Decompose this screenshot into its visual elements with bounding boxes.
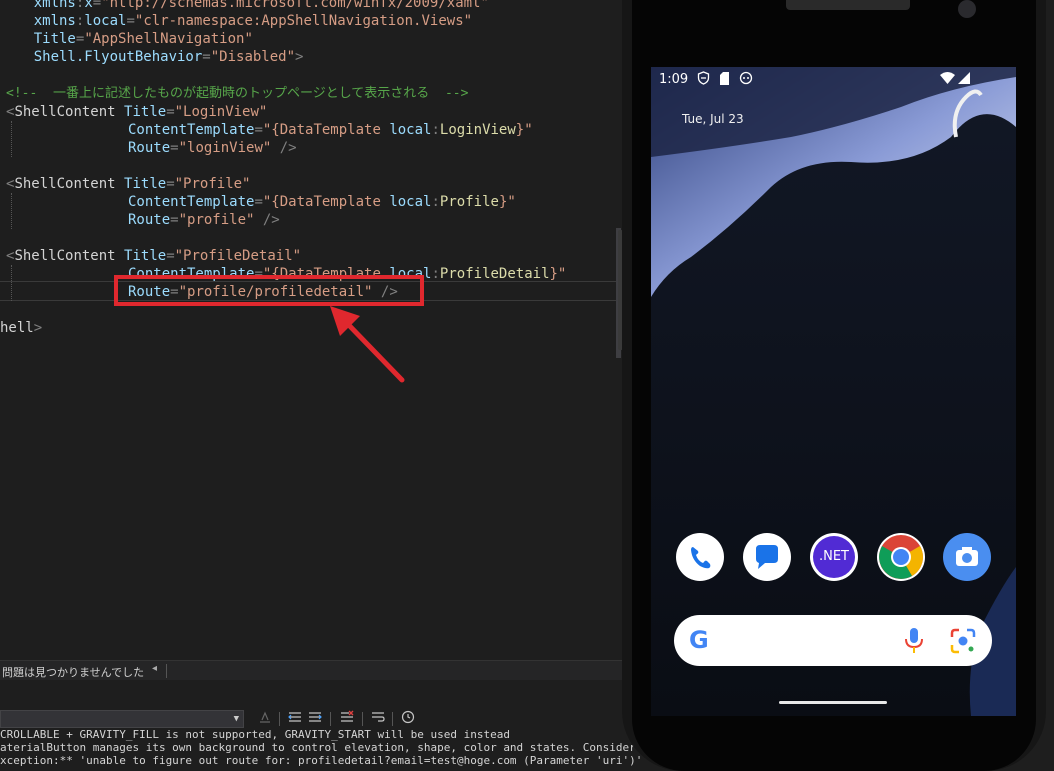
date-widget[interactable]: Tue, Jul 23 [682,112,744,126]
clear-all-icon[interactable] [338,710,356,728]
align-left-icon[interactable] [286,710,304,728]
indent-guide [11,121,12,157]
dotnet-app-icon[interactable]: .NET [810,533,858,581]
scroll-left-icon[interactable]: ◂ [152,663,157,674]
android-status-bar: 1:09 [651,67,1016,91]
dotnet-label: .NET [813,536,855,578]
output-toolbar: ▼ [0,708,622,730]
messages-app-icon[interactable] [743,533,791,581]
status-time: 1:09 [659,72,689,87]
issues-message: 問題は見つかりませんでした [2,666,145,679]
google-search-bar[interactable]: G [674,615,992,666]
annotation-arrow [330,306,405,383]
code-line: <ShellContent Title="Profile" [6,176,251,192]
divider [330,712,331,726]
output-line: CROLLABLE + GRAVITY_FILL is not supporte… [0,728,510,741]
output-line: aterialButton manages its own background… [0,741,696,754]
code-line: <ShellContent Title="LoginView" [6,104,268,120]
code-line: ContentTemplate="{DataTemplate local:Pro… [128,194,516,210]
phone-speaker [786,0,910,10]
clock-icon[interactable] [399,710,417,728]
chevron-down-icon: ▼ [233,714,239,724]
code-line: Shell.FlyoutBehavior="Disabled"> [33,49,304,65]
word-wrap-icon[interactable] [369,710,387,728]
code-line: xmlns:x="http://schemas.microsoft.com/wi… [33,0,489,11]
signal-icon [958,72,970,88]
sd-card-icon [719,72,730,89]
code-line: Route="profile" /> [128,212,280,228]
output-line: xception:** 'unable to figure out route … [0,754,643,767]
code-editor[interactable]: xmlns:x="http://schemas.microsoft.com/wi… [0,0,622,660]
shield-icon [697,71,710,89]
google-logo: G [689,626,709,654]
indent-guide [11,265,12,301]
gesture-nav-handle[interactable] [779,701,887,704]
code-line: hell> [0,320,43,336]
divider [279,712,280,726]
code-line: ContentTemplate="{DataTemplate local:Log… [128,122,533,138]
lens-icon[interactable] [950,628,976,658]
code-line: Route="loginView" /> [128,140,297,156]
code-line: <ShellContent Title="ProfileDetail" [6,248,302,264]
editor-status-bar: 問題は見つかりませんでした ◂ [0,660,622,681]
robot-icon [739,71,753,89]
chrome-app-icon[interactable] [877,533,925,581]
xml-comment: <!-- 一番上に記述したものが起動時のトップページとして表示される --> [6,86,469,101]
camera-app-icon[interactable] [943,533,991,581]
output-source-select[interactable]: ▼ [0,710,244,728]
code-line: Title="AppShellNavigation" [33,31,253,47]
indent-guide [11,193,12,229]
align-right-icon[interactable] [306,710,324,728]
divider [362,712,363,726]
divider [392,712,393,726]
front-camera [958,0,976,18]
microphone-icon[interactable] [904,627,924,659]
phone-screen[interactable]: 1:09 Tue, Jul 23 .NET G [651,67,1016,716]
divider [166,664,167,678]
wifi-icon [940,72,955,88]
phone-app-icon[interactable] [676,533,724,581]
find-icon[interactable] [256,710,274,728]
code-line: xmlns:local="clr-namespace:AppShellNavig… [33,13,473,29]
